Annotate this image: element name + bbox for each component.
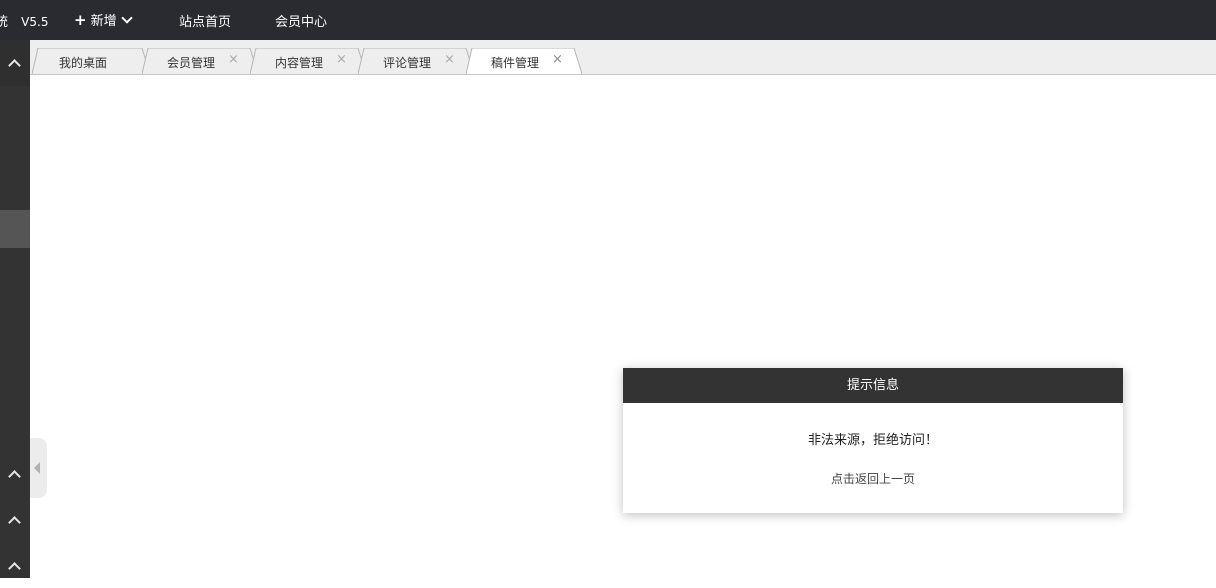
nav-link-member-center[interactable]: 会员中心 <box>275 11 327 30</box>
app-version: V5.5 <box>21 15 49 29</box>
tab-content-management[interactable]: 内容管理 × <box>250 48 366 74</box>
chevron-up-icon <box>8 562 21 575</box>
top-navigation-bar: 统 V5.5 + 新增 站点首页 会员中心 <box>0 0 1216 40</box>
new-dropdown-button[interactable]: + 新增 <box>74 10 133 29</box>
close-icon[interactable]: × <box>336 52 347 67</box>
sidebar-section-toggle-1[interactable] <box>0 452 30 496</box>
nav-link-site-home[interactable]: 站点首页 <box>179 11 231 30</box>
chevron-down-icon <box>120 12 133 24</box>
collapse-left-icon <box>34 462 40 474</box>
tab-label: 会员管理 <box>167 56 216 70</box>
close-icon[interactable]: × <box>228 52 239 67</box>
tab-label: 稿件管理 <box>491 56 540 70</box>
tab-label: 内容管理 <box>275 56 324 70</box>
close-icon[interactable]: × <box>444 52 455 67</box>
tab-bar: 我的桌面 会员管理 × 内容管理 × 评论管理 × 稿件管理 × <box>30 40 1216 75</box>
go-back-link[interactable]: 点击返回上一页 <box>623 470 1123 487</box>
dialog-title: 提示信息 <box>623 368 1123 403</box>
tab-label: 评论管理 <box>383 56 432 70</box>
tab-my-desktop[interactable]: 我的桌面 <box>32 48 150 74</box>
close-icon[interactable]: × <box>552 52 563 67</box>
sidebar-item-active[interactable] <box>0 210 30 248</box>
app-brand: 统 V5.5 <box>0 11 48 30</box>
tab-manuscript-management[interactable]: 稿件管理 × <box>466 48 582 74</box>
sidebar-scroll-up-button[interactable] <box>0 42 30 86</box>
dialog-message: 非法来源，拒绝访问！ <box>807 433 938 448</box>
tab-member-management[interactable]: 会员管理 × <box>142 48 258 74</box>
new-dropdown-label: 新增 <box>90 14 117 29</box>
app-title: 统 <box>0 15 9 30</box>
chevron-up-icon <box>8 470 21 483</box>
plus-icon: + <box>74 11 87 29</box>
alert-dialog: 提示信息 非法来源，拒绝访问！ 点击返回上一页 <box>623 368 1123 513</box>
chevron-up-icon <box>8 59 21 72</box>
sidebar-collapse-handle[interactable] <box>30 438 47 498</box>
sidebar <box>0 40 30 578</box>
chevron-up-icon <box>8 516 21 529</box>
tab-label: 我的桌面 <box>59 56 108 70</box>
sidebar-section-toggle-2[interactable] <box>0 498 30 542</box>
sidebar-section-toggle-3[interactable] <box>0 544 30 588</box>
tab-comment-management[interactable]: 评论管理 × <box>358 48 474 74</box>
